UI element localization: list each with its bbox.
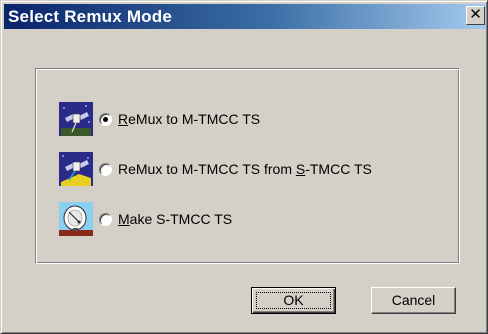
cancel-button-label: Cancel [391, 292, 436, 308]
option-label: ReMux to M-TMCC TS [118, 111, 261, 127]
ok-button[interactable]: OK [251, 287, 336, 314]
radio-remux-from-stmcc[interactable] [99, 162, 112, 176]
option-label: Make S-TMCC TS [118, 211, 233, 227]
cancel-button[interactable]: Cancel [371, 287, 456, 314]
option-remux-mtmcc[interactable]: ReMux to M-TMCC TS [59, 102, 260, 136]
radio-make-stmcc[interactable] [99, 212, 112, 226]
option-remux-from-stmcc[interactable]: ReMux to M-TMCC TS from S-TMCC TS [59, 152, 372, 186]
title-bar[interactable]: Select Remux Mode ✕ [4, 4, 486, 29]
radio-remux-mtmcc[interactable] [99, 112, 112, 126]
satellite-icon [59, 102, 93, 136]
select-remux-mode-dialog: Select Remux Mode ✕ ReMux to M-TMCC TS R… [0, 0, 488, 334]
satellite-dish-icon [59, 202, 93, 236]
close-button[interactable]: ✕ [466, 6, 485, 25]
option-label: ReMux to M-TMCC TS from S-TMCC TS [118, 161, 372, 177]
focus-ring [256, 292, 331, 309]
window-title: Select Remux Mode [8, 7, 173, 26]
satellite-transmit-icon [59, 152, 93, 186]
option-make-stmcc[interactable]: Make S-TMCC TS [59, 202, 232, 236]
